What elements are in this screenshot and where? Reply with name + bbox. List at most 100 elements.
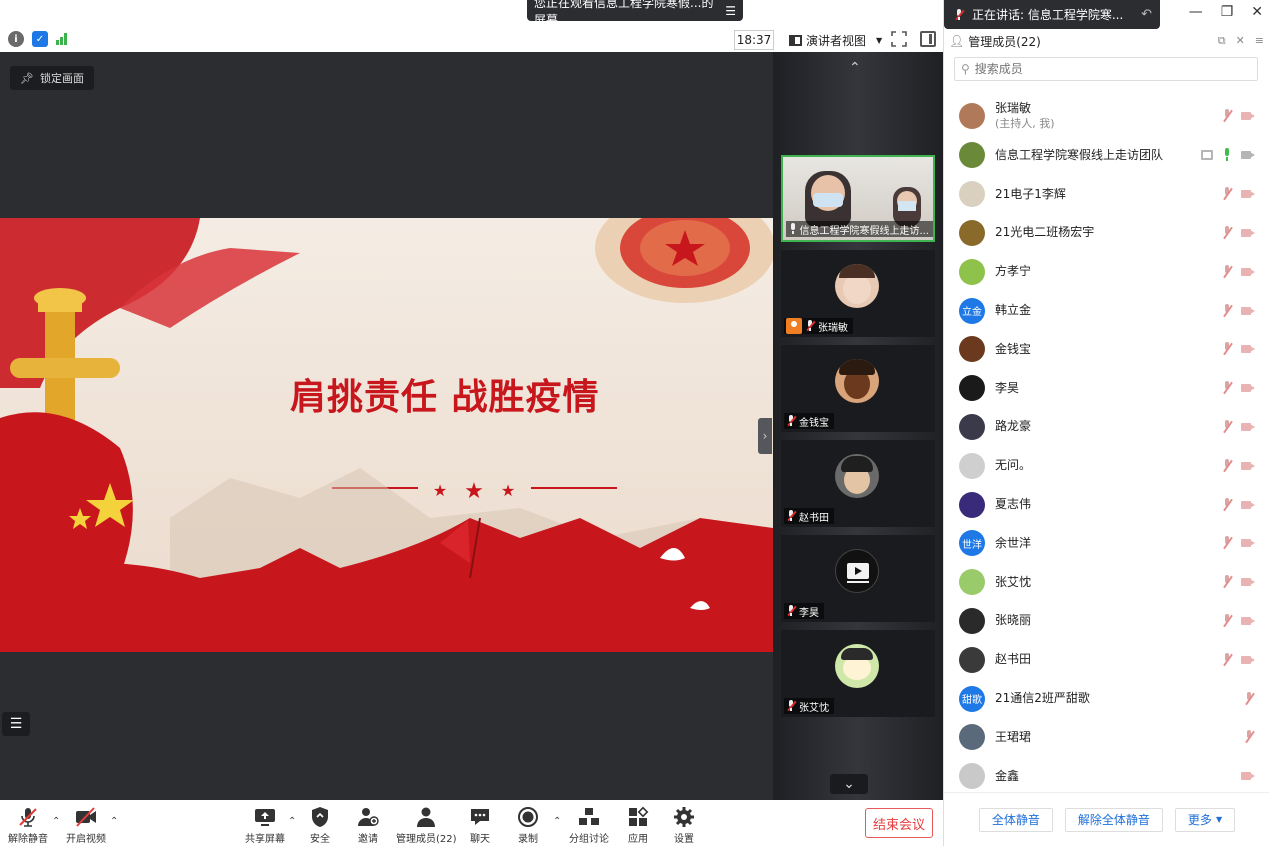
mic-muted-icon[interactable]	[1221, 381, 1233, 395]
mic-muted-icon[interactable]	[1221, 225, 1233, 240]
minimize-icon[interactable]: —	[1189, 4, 1203, 20]
return-icon[interactable]: ↶	[1141, 7, 1152, 22]
camera-off-icon[interactable]	[1241, 771, 1255, 781]
member-row[interactable]: 方孝宁	[944, 252, 1269, 291]
info-icon[interactable]: i	[8, 31, 24, 47]
mic-muted-icon[interactable]	[1221, 458, 1233, 473]
video-tile[interactable]: 张瑞敏	[781, 250, 935, 337]
mic-muted-icon[interactable]	[1221, 187, 1233, 201]
chevron-up-icon[interactable]: ⌃	[849, 60, 861, 76]
fullscreen-icon[interactable]	[891, 31, 907, 47]
mic-muted-icon[interactable]	[1243, 691, 1255, 706]
video-tile[interactable]: 金钱宝	[781, 345, 935, 432]
share-screen-button[interactable]: 共享屏幕	[245, 806, 285, 845]
mic-muted-icon[interactable]	[1221, 497, 1233, 512]
mic-muted-icon[interactable]	[1221, 342, 1233, 356]
video-tile[interactable]: 李昊	[781, 535, 935, 622]
apps-button[interactable]: 应用	[627, 806, 649, 845]
camera-off-icon[interactable]	[1241, 422, 1255, 432]
popout-icon[interactable]: ⧉	[1218, 34, 1226, 48]
video-options-caret[interactable]: ⌃	[110, 816, 118, 827]
member-row[interactable]: 信息工程学院寒假线上走访团队	[944, 136, 1269, 175]
share-options-caret[interactable]: ⌃	[288, 816, 296, 827]
record-button[interactable]: 录制	[517, 806, 539, 845]
mic-muted-icon[interactable]	[1221, 303, 1233, 318]
camera-off-icon[interactable]	[1241, 577, 1255, 587]
watching-banner[interactable]: 您正在观看信息工程学院寒假...的屏幕 ☰	[527, 0, 743, 27]
member-row[interactable]: 王珺珺	[944, 718, 1269, 757]
lock-view-button[interactable]: 📌︎ 锁定画面	[10, 66, 94, 90]
shield-icon[interactable]: ✓	[32, 31, 48, 47]
mic-muted-icon[interactable]	[1243, 730, 1255, 744]
more-button[interactable]: 更多 ▼	[1174, 807, 1236, 832]
menu-icon[interactable]: ☰	[725, 4, 736, 18]
member-row[interactable]: 张晓丽	[944, 602, 1269, 641]
video-tile-active-speaker[interactable]: 信息工程学院寒假线上走访...	[781, 155, 935, 242]
mic-muted-icon[interactable]	[1221, 652, 1233, 667]
camera-off-icon[interactable]	[1241, 383, 1255, 393]
member-row[interactable]: 路龙豪	[944, 408, 1269, 447]
member-row[interactable]: 夏志伟	[944, 485, 1269, 524]
camera-off-icon[interactable]	[1241, 189, 1255, 199]
start-video-button[interactable]: 开启视频	[66, 806, 106, 845]
member-row[interactable]: 无问。	[944, 446, 1269, 485]
mic-muted-icon[interactable]	[1221, 613, 1233, 628]
list-icon[interactable]: ☰	[2, 712, 30, 736]
camera-off-icon[interactable]	[1241, 267, 1255, 277]
camera-off-icon[interactable]	[1241, 616, 1255, 626]
camera-off-icon[interactable]	[1241, 538, 1255, 548]
unmute-button[interactable]: 解除静音	[8, 806, 48, 845]
svg-text:★: ★	[501, 481, 515, 500]
member-row[interactable]: 金鑫	[944, 757, 1269, 796]
security-button[interactable]: 安全	[310, 806, 330, 845]
member-row[interactable]: 世洋 余世洋	[944, 524, 1269, 563]
close-panel-icon[interactable]: ✕	[1236, 34, 1245, 48]
camera-off-icon[interactable]	[1241, 461, 1255, 471]
view-mode-dropdown[interactable]: 演讲者视图 ▼	[789, 30, 882, 50]
restore-icon[interactable]: ❐	[1221, 4, 1234, 20]
camera-off-icon[interactable]	[1241, 500, 1255, 510]
chat-button[interactable]: 聊天	[469, 806, 491, 845]
camera-off-icon[interactable]	[1241, 344, 1255, 354]
camera-off-icon[interactable]	[1241, 655, 1255, 665]
video-tile[interactable]: 赵书田	[781, 440, 935, 527]
member-row[interactable]: 赵书田	[944, 640, 1269, 679]
audio-options-caret[interactable]: ⌃	[52, 816, 60, 827]
mic-muted-icon[interactable]	[1221, 575, 1233, 589]
member-row[interactable]: 金钱宝	[944, 330, 1269, 369]
mic-muted-icon[interactable]	[1221, 536, 1233, 550]
manage-members-button[interactable]: 管理成员(22)	[396, 806, 457, 845]
end-meeting-button[interactable]: 结束会议	[865, 808, 933, 838]
sidebar-toggle-icon[interactable]	[920, 31, 936, 47]
signal-icon[interactable]	[56, 31, 67, 45]
member-row[interactable]: 张艾忱	[944, 563, 1269, 602]
collapse-gallery-button[interactable]: ›	[758, 418, 772, 454]
mic-muted-icon[interactable]	[1221, 264, 1233, 279]
member-row[interactable]: 张瑞敏 (主持人, 我)	[944, 96, 1269, 136]
member-row[interactable]: 李昊	[944, 369, 1269, 408]
settings-button[interactable]: 设置	[673, 806, 695, 845]
settings-label: 设置	[674, 834, 694, 845]
invite-button[interactable]: 邀请	[357, 806, 379, 845]
search-box[interactable]: ⚲	[954, 57, 1258, 81]
mic-muted-icon[interactable]	[1221, 109, 1233, 123]
close-icon[interactable]: ✕	[1251, 4, 1263, 20]
camera-icon[interactable]	[1241, 150, 1255, 160]
unmute-all-button[interactable]: 解除全体静音	[1064, 807, 1163, 832]
member-row[interactable]: 21光电二班杨宏宇	[944, 214, 1269, 253]
camera-off-icon[interactable]	[1241, 111, 1255, 121]
mute-all-button[interactable]: 全体静音	[978, 807, 1053, 832]
mic-icon[interactable]	[1221, 148, 1233, 162]
member-row[interactable]: 21电子1李辉	[944, 175, 1269, 214]
camera-off-icon[interactable]	[1241, 228, 1255, 238]
mic-muted-icon[interactable]	[1221, 419, 1233, 434]
member-row[interactable]: 甜歌 21通信2班严甜歌	[944, 679, 1269, 718]
camera-off-icon[interactable]	[1241, 306, 1255, 316]
member-row[interactable]: 立金 韩立金	[944, 291, 1269, 330]
panel-menu-icon[interactable]: ≡	[1255, 34, 1264, 48]
breakout-button[interactable]: 分组讨论	[569, 806, 609, 845]
record-options-caret[interactable]: ⌃	[553, 816, 561, 827]
chevron-down-icon[interactable]: ⌄	[830, 774, 868, 794]
video-tile[interactable]: 张艾忱	[781, 630, 935, 717]
search-input[interactable]	[974, 62, 1225, 76]
